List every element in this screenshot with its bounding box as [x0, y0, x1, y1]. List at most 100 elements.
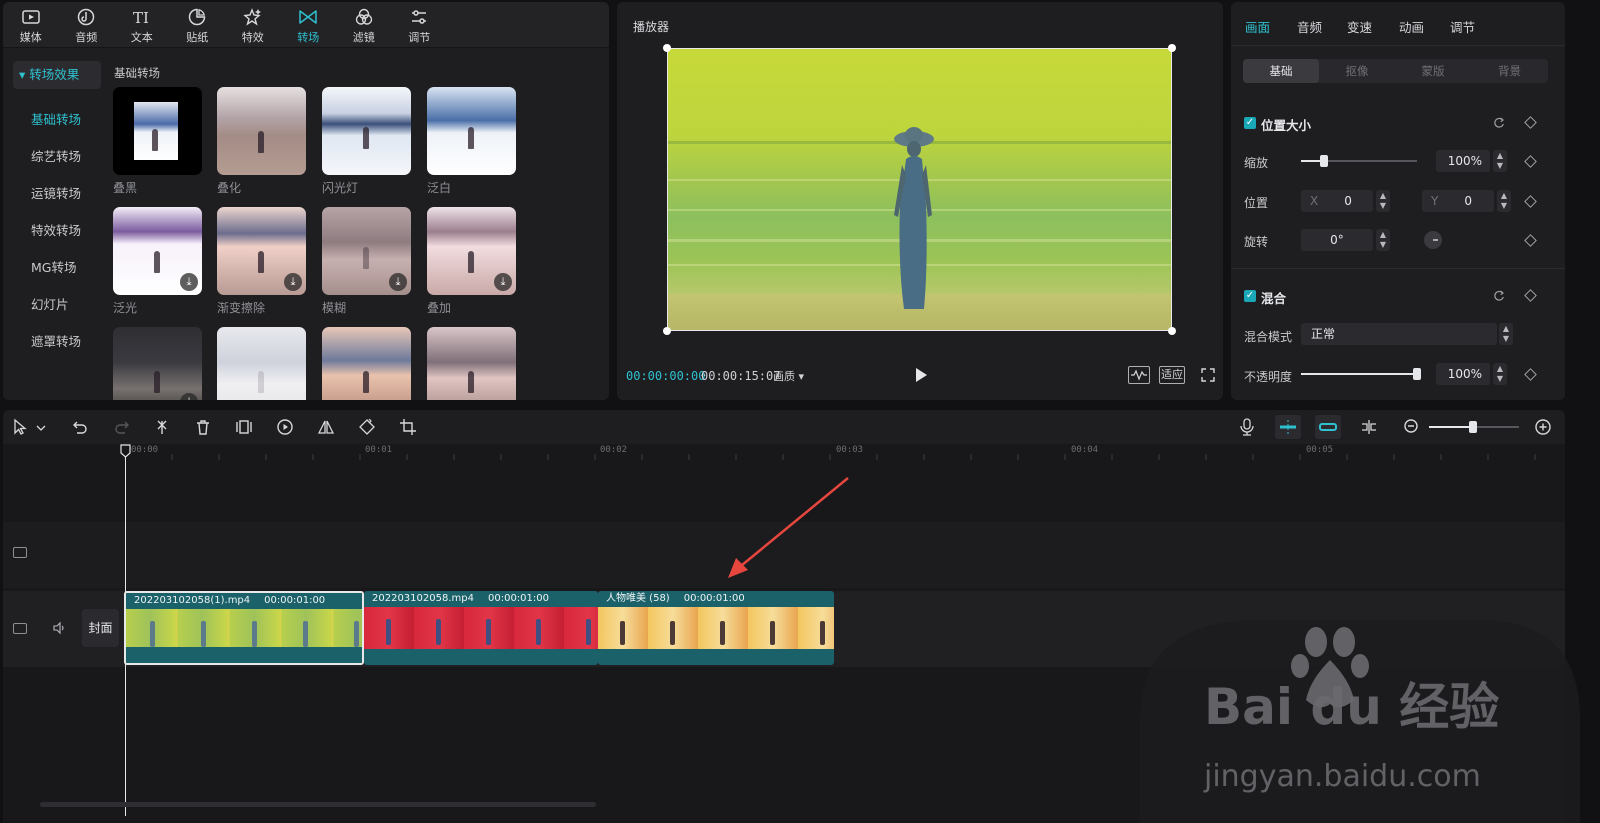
- transition-tile[interactable]: ⤓: [113, 327, 202, 400]
- download-icon[interactable]: ⤓: [180, 273, 198, 291]
- nav-audio[interactable]: 音频: [59, 2, 115, 48]
- download-icon[interactable]: ⤓: [494, 273, 512, 291]
- delete-icon[interactable]: [194, 418, 212, 436]
- fit-button[interactable]: 适应: [1159, 366, 1185, 384]
- undo-icon[interactable]: [71, 418, 89, 436]
- split-icon[interactable]: [153, 418, 171, 436]
- tab-audio[interactable]: 音频: [1297, 17, 1322, 36]
- blend-checkbox[interactable]: ✓: [1244, 290, 1256, 302]
- transition-tile[interactable]: [217, 327, 306, 400]
- category-item[interactable]: MG转场: [13, 253, 101, 290]
- category-item[interactable]: 遮罩转场: [13, 327, 101, 364]
- redo-icon[interactable]: [113, 418, 131, 436]
- opacity-input[interactable]: 100%: [1436, 363, 1490, 385]
- opacity-slider-knob[interactable]: [1413, 368, 1421, 380]
- playhead-handle-icon[interactable]: [120, 444, 131, 458]
- horizontal-scrollbar[interactable]: [40, 802, 596, 807]
- fullscreen-icon[interactable]: [1201, 368, 1215, 382]
- y-stepper[interactable]: ▲ ▼: [1497, 190, 1511, 212]
- video-preview[interactable]: [667, 48, 1172, 331]
- keyframe-icon[interactable]: [1524, 368, 1537, 381]
- crop-icon[interactable]: [399, 418, 417, 436]
- keyframe-icon[interactable]: [1524, 116, 1537, 129]
- reverse-play-icon[interactable]: [276, 418, 294, 436]
- tab-animation[interactable]: 动画: [1399, 17, 1424, 36]
- category-header[interactable]: ▾ 转场效果: [13, 61, 101, 89]
- quality-dropdown[interactable]: 画质 ▾: [773, 368, 804, 384]
- chevron-down-icon[interactable]: [35, 418, 47, 436]
- download-icon[interactable]: ⤓: [180, 393, 198, 400]
- blend-mode-select[interactable]: 正常: [1301, 323, 1497, 345]
- position-x-input[interactable]: X0: [1301, 190, 1373, 212]
- rotation-input[interactable]: 0°: [1301, 229, 1373, 251]
- nav-filter[interactable]: 滤镜: [336, 2, 392, 48]
- zoom-slider-knob[interactable]: [1469, 421, 1477, 433]
- tab-adjust[interactable]: 调节: [1450, 17, 1475, 36]
- keyframe-icon[interactable]: [1524, 289, 1537, 302]
- category-item[interactable]: 综艺转场: [13, 142, 101, 179]
- transition-tile[interactable]: 叠化: [217, 87, 306, 196]
- video-clip[interactable]: 人物唯美 (58) 00:00:01:00: [598, 591, 834, 665]
- nav-transition[interactable]: 转场: [281, 2, 337, 48]
- magnet-snap-button[interactable]: [1275, 415, 1301, 439]
- nav-text[interactable]: TI 文本: [114, 2, 170, 48]
- reset-icon[interactable]: [1493, 117, 1505, 129]
- cover-button[interactable]: 封面: [82, 609, 119, 647]
- transition-tile[interactable]: ⤓ 模糊: [322, 207, 411, 316]
- nav-media[interactable]: 媒体: [3, 2, 59, 48]
- transition-tile[interactable]: ⤓ 泛光: [113, 207, 202, 316]
- select-tool-icon[interactable]: [11, 418, 29, 436]
- reset-icon[interactable]: [1493, 290, 1505, 302]
- subtab-basic[interactable]: 基础: [1243, 59, 1319, 83]
- download-icon[interactable]: ⤓: [389, 273, 407, 291]
- position-y-input[interactable]: Y0: [1422, 190, 1494, 212]
- transition-tile[interactable]: 叠黑: [113, 87, 202, 196]
- transition-tile[interactable]: 闪光灯: [322, 87, 411, 196]
- nav-adjust[interactable]: 调节: [392, 2, 448, 48]
- zoom-out-icon[interactable]: [1403, 418, 1421, 436]
- microphone-icon[interactable]: [1238, 418, 1256, 436]
- transition-tile[interactable]: ⤓ 叠加: [427, 207, 516, 316]
- rotation-dial-icon[interactable]: [1423, 230, 1443, 250]
- video-clip[interactable]: 202203102058(1).mp4 00:00:01:00: [124, 591, 364, 665]
- scale-input[interactable]: 100%: [1436, 150, 1490, 172]
- track-video-icon[interactable]: [13, 547, 27, 558]
- rotation-stepper[interactable]: ▲ ▼: [1376, 229, 1390, 251]
- transition-tile[interactable]: [322, 327, 411, 400]
- link-button[interactable]: [1315, 415, 1341, 439]
- transition-tile[interactable]: [427, 327, 516, 400]
- video-clip[interactable]: 202203102058.mp4 00:00:01:00: [364, 591, 598, 665]
- subtab-mask[interactable]: 蒙版: [1395, 59, 1471, 83]
- opacity-stepper[interactable]: ▲ ▼: [1493, 363, 1507, 385]
- rotate-icon[interactable]: [358, 418, 376, 436]
- zoom-in-icon[interactable]: [1534, 418, 1552, 436]
- keyframe-icon[interactable]: [1524, 155, 1537, 168]
- category-item[interactable]: 运镜转场: [13, 179, 101, 216]
- mute-icon[interactable]: [52, 621, 66, 635]
- category-item[interactable]: 幻灯片: [13, 290, 101, 327]
- preview-axis-icon[interactable]: [1360, 418, 1378, 436]
- play-icon[interactable]: [914, 367, 928, 383]
- blend-mode-stepper[interactable]: ▲ ▼: [1499, 323, 1513, 345]
- tab-picture[interactable]: 画面: [1245, 17, 1270, 36]
- waveform-button[interactable]: [1128, 366, 1150, 384]
- category-item[interactable]: 特效转场: [13, 216, 101, 253]
- transition-tile[interactable]: 泛白: [427, 87, 516, 196]
- transition-tile[interactable]: ⤓ 渐变擦除: [217, 207, 306, 316]
- scale-stepper[interactable]: ▲ ▼: [1493, 150, 1507, 172]
- nav-sticker[interactable]: 贴纸: [170, 2, 226, 48]
- category-item[interactable]: 基础转场: [13, 105, 101, 142]
- position-size-checkbox[interactable]: ✓: [1244, 117, 1256, 129]
- subtab-background[interactable]: 背景: [1471, 59, 1548, 83]
- x-stepper[interactable]: ▲ ▼: [1376, 190, 1390, 212]
- freeze-icon[interactable]: [235, 418, 253, 436]
- mirror-icon[interactable]: [317, 418, 335, 436]
- scale-slider-knob[interactable]: [1320, 155, 1328, 167]
- subtab-keying[interactable]: 抠像: [1319, 59, 1395, 83]
- track-video-icon[interactable]: [13, 623, 27, 634]
- download-icon[interactable]: ⤓: [284, 273, 302, 291]
- nav-effects[interactable]: 特效: [225, 2, 281, 48]
- keyframe-icon[interactable]: [1524, 195, 1537, 208]
- tab-speed[interactable]: 变速: [1347, 17, 1372, 36]
- playhead-line[interactable]: [125, 446, 126, 816]
